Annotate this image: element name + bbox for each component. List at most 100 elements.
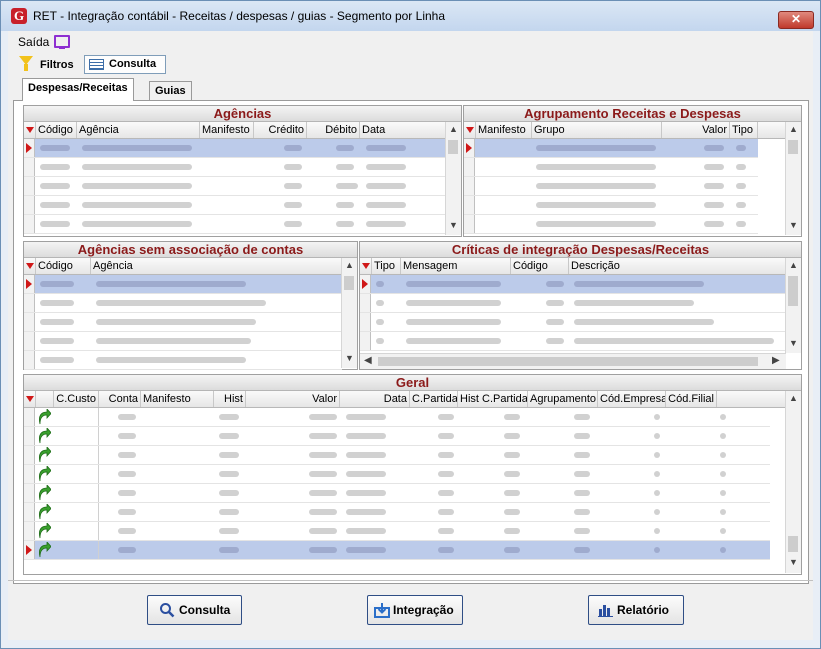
col-status[interactable] bbox=[36, 391, 54, 407]
table-row[interactable] bbox=[24, 158, 446, 177]
col-conta[interactable]: Conta bbox=[99, 391, 141, 407]
table-row[interactable] bbox=[24, 484, 770, 503]
scroll-right-icon[interactable]: ▶ bbox=[772, 355, 780, 366]
tab-guias[interactable]: Guias bbox=[149, 81, 192, 100]
table-row[interactable] bbox=[360, 313, 786, 332]
col-valor[interactable]: Valor bbox=[662, 122, 730, 138]
col-mensagem[interactable]: Mensagem bbox=[401, 258, 511, 274]
scroll-up-icon[interactable]: ▲ bbox=[789, 260, 798, 270]
consulta-button[interactable]: Consulta bbox=[147, 595, 242, 625]
scroll-up-icon[interactable]: ▲ bbox=[449, 124, 458, 134]
col-valor[interactable]: Valor bbox=[246, 391, 340, 407]
col-codigo[interactable]: Código bbox=[511, 258, 569, 274]
scroll-up-icon[interactable]: ▲ bbox=[345, 260, 354, 270]
geral-vscroll[interactable]: ▲ ▼ bbox=[785, 391, 801, 573]
col-manifesto[interactable]: Manifesto bbox=[476, 122, 532, 138]
table-row[interactable] bbox=[24, 541, 770, 560]
col-codigo[interactable]: Código bbox=[36, 258, 91, 274]
scroll-thumb[interactable] bbox=[788, 536, 798, 552]
tab-despesas-receitas[interactable]: Despesas/Receitas bbox=[22, 78, 134, 101]
scroll-up-icon[interactable]: ▲ bbox=[789, 393, 798, 403]
scroll-down-icon[interactable]: ▼ bbox=[789, 338, 798, 348]
col-tipo[interactable]: Tipo bbox=[372, 258, 401, 274]
col-agencia[interactable]: Agência bbox=[77, 122, 200, 138]
scroll-down-icon[interactable]: ▼ bbox=[449, 220, 458, 230]
table-row[interactable] bbox=[464, 177, 758, 196]
sort-indicator[interactable] bbox=[24, 122, 36, 138]
filtros-button[interactable]: Filtros bbox=[40, 59, 74, 71]
agencias-sem-vscroll[interactable]: ▲ ▼ bbox=[341, 258, 357, 368]
col-descricao[interactable]: Descrição bbox=[569, 258, 786, 274]
sort-indicator[interactable] bbox=[24, 391, 36, 407]
col-debito[interactable]: Débito bbox=[307, 122, 360, 138]
table-row[interactable] bbox=[24, 275, 342, 294]
table-row[interactable] bbox=[24, 139, 446, 158]
col-hist-cpartida[interactable]: Hist C.Partida bbox=[458, 391, 528, 407]
table-row[interactable] bbox=[24, 465, 770, 484]
integracao-button[interactable]: Integração bbox=[367, 595, 463, 625]
col-agrupamento[interactable]: Agrupamento bbox=[528, 391, 598, 407]
table-row[interactable] bbox=[24, 503, 770, 522]
scroll-down-icon[interactable]: ▼ bbox=[789, 557, 798, 567]
consulta-tab-button[interactable]: Consulta bbox=[84, 55, 166, 74]
ccusto-cell[interactable] bbox=[54, 484, 99, 502]
col-hist[interactable]: Hist bbox=[214, 391, 246, 407]
col-cod-empresa[interactable]: Cód.Empresa bbox=[598, 391, 666, 407]
scroll-left-icon[interactable]: ◀ bbox=[364, 355, 372, 366]
col-manifesto[interactable]: Manifesto bbox=[200, 122, 254, 138]
table-row[interactable] bbox=[24, 351, 342, 370]
scroll-thumb[interactable] bbox=[344, 276, 354, 290]
table-row[interactable] bbox=[360, 294, 786, 313]
table-row[interactable] bbox=[24, 427, 770, 446]
sort-indicator[interactable] bbox=[464, 122, 476, 138]
col-cpartida[interactable]: C.Partida bbox=[410, 391, 458, 407]
table-row[interactable] bbox=[464, 215, 758, 234]
table-row[interactable] bbox=[464, 196, 758, 215]
close-button[interactable]: ✕ bbox=[778, 11, 814, 29]
criticas-vscroll[interactable]: ▲ ▼ bbox=[785, 258, 801, 353]
ccusto-cell[interactable] bbox=[54, 522, 99, 540]
ccusto-cell[interactable] bbox=[54, 465, 99, 483]
table-row[interactable] bbox=[24, 196, 446, 215]
table-row[interactable] bbox=[24, 522, 770, 541]
scroll-thumb[interactable] bbox=[378, 357, 758, 366]
col-ccusto[interactable]: C.Custo bbox=[54, 391, 99, 407]
table-row[interactable] bbox=[24, 446, 770, 465]
col-grupo[interactable]: Grupo bbox=[532, 122, 662, 138]
scroll-thumb[interactable] bbox=[788, 276, 798, 306]
agencias-vscroll[interactable]: ▲ ▼ bbox=[445, 122, 461, 235]
table-row[interactable] bbox=[24, 332, 342, 351]
scroll-thumb[interactable] bbox=[788, 140, 798, 154]
col-tipo[interactable]: Tipo bbox=[730, 122, 758, 138]
col-agencia[interactable]: Agência bbox=[91, 258, 342, 274]
sort-indicator[interactable] bbox=[24, 258, 36, 274]
table-row[interactable] bbox=[24, 215, 446, 234]
relatorio-button[interactable]: Relatório bbox=[588, 595, 684, 625]
table-row[interactable] bbox=[24, 294, 342, 313]
scroll-thumb[interactable] bbox=[448, 140, 458, 154]
col-data[interactable]: Data bbox=[340, 391, 410, 407]
criticas-hscroll[interactable]: ◀ ▶ bbox=[360, 353, 786, 369]
ccusto-cell[interactable] bbox=[54, 408, 99, 426]
scroll-up-icon[interactable]: ▲ bbox=[789, 124, 798, 134]
table-row[interactable] bbox=[24, 408, 770, 427]
filter-icon[interactable] bbox=[19, 56, 33, 71]
col-codigo[interactable]: Código bbox=[36, 122, 77, 138]
ccusto-cell[interactable] bbox=[54, 503, 99, 521]
ccusto-cell[interactable] bbox=[54, 446, 99, 464]
col-credito[interactable]: Crédito bbox=[254, 122, 307, 138]
scroll-down-icon[interactable]: ▼ bbox=[789, 220, 798, 230]
table-row[interactable] bbox=[464, 158, 758, 177]
ccusto-cell[interactable] bbox=[54, 427, 99, 445]
sort-indicator[interactable] bbox=[360, 258, 372, 274]
table-row[interactable] bbox=[24, 177, 446, 196]
menu-saida[interactable]: Saída bbox=[18, 35, 49, 49]
col-manifesto[interactable]: Manifesto bbox=[141, 391, 214, 407]
table-row[interactable] bbox=[464, 139, 758, 158]
agrupamento-vscroll[interactable]: ▲ ▼ bbox=[785, 122, 801, 235]
ccusto-cell[interactable] bbox=[54, 541, 99, 559]
col-data[interactable]: Data bbox=[360, 122, 446, 138]
table-row[interactable] bbox=[360, 332, 786, 351]
col-cod-filial[interactable]: Cód.Filial bbox=[666, 391, 717, 407]
scroll-down-icon[interactable]: ▼ bbox=[345, 353, 354, 363]
